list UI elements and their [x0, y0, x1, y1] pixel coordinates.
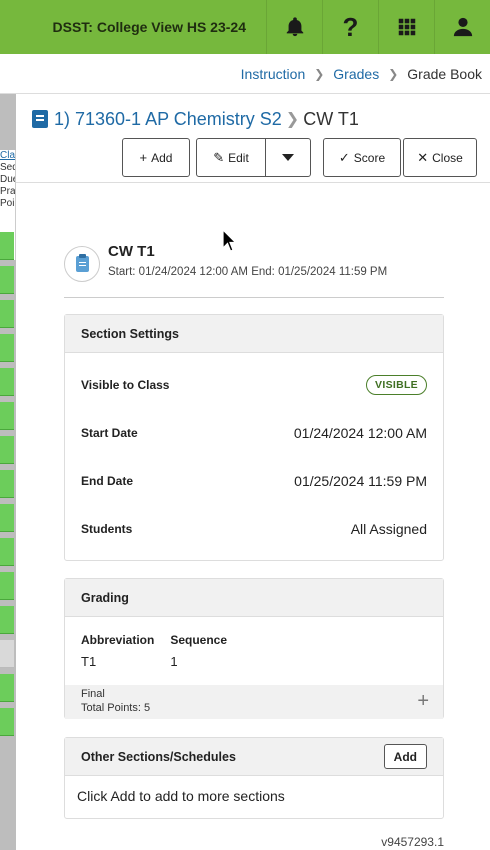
chevron-right-icon: ❯: [285, 111, 300, 128]
course-link[interactable]: 1) 71360-1 AP Chemistry S2: [54, 109, 282, 130]
caret-down-icon: [282, 154, 294, 161]
other-sections-header: Other Sections/Schedules Add: [65, 738, 443, 776]
page-title: 1) 71360-1 AP Chemistry S2 ❯ CW T1: [32, 106, 359, 132]
other-sections-message: Click Add to add to more sections: [77, 788, 285, 804]
help-button[interactable]: ?: [322, 0, 378, 54]
grid-cell[interactable]: [0, 436, 14, 464]
total-points: Total Points: 5: [81, 702, 151, 714]
settings-row-visible: Visible to Class VISIBLE: [81, 375, 427, 395]
grid-cell[interactable]: [0, 402, 14, 430]
chevron-right-icon: ❯: [314, 66, 325, 81]
edit-dropdown-button[interactable]: [265, 138, 311, 177]
plus-icon: +: [139, 150, 148, 165]
close-icon: ✕: [417, 149, 429, 165]
status-badge: VISIBLE: [366, 375, 427, 395]
apps-grid-icon: [398, 18, 415, 36]
book-icon: [32, 110, 48, 128]
toolbar: + Add ✎ Edit ✓ Score ✕ Close: [0, 138, 490, 178]
chevron-right-icon: ❯: [388, 66, 399, 81]
grid-cell[interactable]: [0, 504, 14, 532]
event-name: CW T1: [108, 243, 155, 260]
abbreviation-value: T1: [81, 654, 97, 669]
expand-plus-icon[interactable]: +: [417, 691, 429, 711]
help-icon: ?: [342, 11, 359, 42]
final-label: Final: [81, 688, 105, 700]
grading-final-row[interactable]: Final Total Points: 5 +: [65, 685, 443, 719]
edit-button[interactable]: ✎ Edit: [196, 138, 266, 177]
settings-row-students: Students All Assigned: [81, 521, 427, 537]
grading-card: Grading Abbreviation T1 Sequence 1 Final…: [64, 578, 444, 719]
check-icon: ✓: [338, 149, 350, 165]
settings-row-start-date: Start Date 01/24/2024 12:00 AM: [81, 425, 427, 441]
grid-cell[interactable]: [0, 470, 14, 498]
sequence-value: 1: [170, 654, 178, 669]
event-header: CW T1 Start: 01/24/2024 12:00 AM End: 01…: [64, 242, 444, 298]
grading-details: Abbreviation T1 Sequence 1: [81, 633, 227, 669]
mouse-cursor-icon: [222, 229, 236, 252]
breadcrumb-instruction[interactable]: Instruction: [241, 66, 306, 82]
breadcrumb-grades[interactable]: Grades: [333, 66, 379, 82]
other-sections-title: Other Sections/Schedules: [81, 749, 236, 764]
user-icon: [453, 17, 472, 37]
notifications-button[interactable]: [266, 0, 322, 54]
abbreviation-label: Abbreviation: [81, 633, 155, 647]
apps-button[interactable]: [378, 0, 434, 54]
toolbar-divider: [16, 182, 490, 183]
grid-cell[interactable]: [0, 266, 14, 294]
section-settings-title: Section Settings: [65, 315, 443, 353]
breadcrumb-grade-book: Grade Book: [407, 65, 482, 82]
grid-cell[interactable]: [0, 368, 14, 396]
school-name[interactable]: DSST: College View HS 23-24: [0, 0, 266, 54]
grid-cell[interactable]: [0, 572, 14, 600]
score-button[interactable]: ✓ Score: [323, 138, 401, 177]
bell-icon: [286, 17, 303, 37]
gradebook-grid-strip: Clas Seq Due Prac Poin: [0, 94, 16, 850]
user-menu-button[interactable]: [434, 0, 490, 54]
other-sections-card: Other Sections/Schedules Add Click Add t…: [64, 737, 444, 819]
add-section-button[interactable]: Add: [383, 744, 427, 769]
clipboard-icon: [75, 254, 89, 272]
section-name: CW T1: [303, 108, 359, 129]
event-dates: Start: 01/24/2024 12:00 AM End: 01/25/20…: [108, 266, 388, 278]
settings-row-end-date: End Date 01/25/2024 11:59 PM: [81, 473, 427, 489]
grid-cell[interactable]: [0, 708, 14, 736]
breadcrumb: Instruction ❯ Grades ❯ Grade Book: [0, 54, 490, 94]
section-settings-card: Section Settings Visible to Class VISIBL…: [64, 314, 444, 561]
add-button[interactable]: + Add: [122, 138, 190, 177]
grid-cell[interactable]: [0, 300, 14, 328]
grid-cell[interactable]: [0, 606, 14, 634]
top-bar: DSST: College View HS 23-24 ?: [0, 0, 490, 54]
event-avatar: [64, 246, 100, 282]
grid-cell[interactable]: [0, 674, 14, 702]
grid-cell[interactable]: [0, 640, 14, 668]
grid-cell[interactable]: [0, 232, 14, 260]
version-label: v9457293.1: [381, 835, 444, 849]
pencil-icon: ✎: [213, 149, 225, 165]
grading-title: Grading: [65, 579, 443, 617]
grid-cell[interactable]: [0, 334, 14, 362]
grid-cell[interactable]: [0, 538, 14, 566]
sequence-label: Sequence: [170, 633, 228, 647]
close-button[interactable]: ✕ Close: [403, 138, 477, 177]
